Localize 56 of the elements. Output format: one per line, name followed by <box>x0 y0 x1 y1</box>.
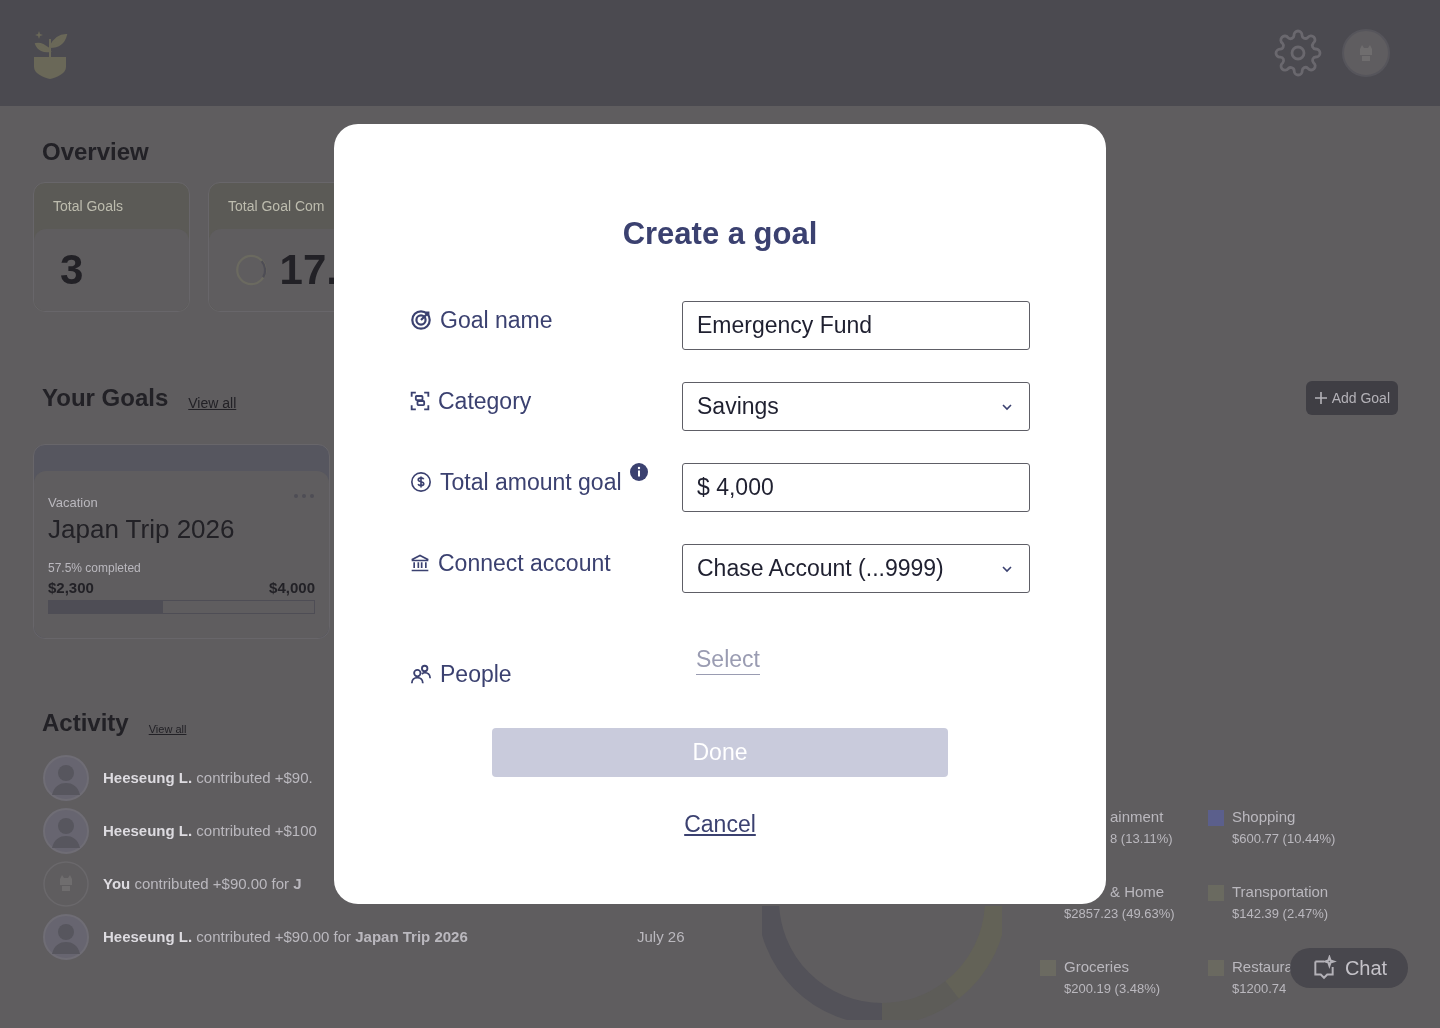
scan-icon <box>410 391 430 412</box>
cancel-link[interactable]: Cancel <box>684 806 756 841</box>
plus-icon <box>1313 391 1328 405</box>
target-amount: $4,000 <box>269 578 315 598</box>
bank-icon <box>410 553 430 574</box>
select-people-link[interactable]: Select <box>696 645 760 675</box>
dialog-title: Create a goal <box>622 218 818 249</box>
activity-text: Heeseung L. contributed +$90.00 for Japan Trip 2026 <box>103 926 469 947</box>
info-icon[interactable] <box>629 463 648 482</box>
legend-label: Transportation <box>1232 883 1329 902</box>
goal-card[interactable]: Vacation Japan Trip 2026 57.5% completed $2,300 $4,000 <box>33 444 330 639</box>
saved-amount: $2,300 <box>48 578 94 598</box>
goal-category: Vacation <box>48 494 98 512</box>
field-label: Category <box>438 387 532 416</box>
text-field[interactable]: $ 4,000 <box>682 463 1030 512</box>
legend-label: & Home <box>1110 883 1166 902</box>
field-label: Connect account <box>438 549 611 578</box>
settings-button[interactable] <box>1274 29 1322 77</box>
legend-value: $200.19 (3.48%) <box>1064 980 1161 997</box>
legend-value: $1200.74 <box>1232 980 1288 997</box>
legend-label: Groceries <box>1064 958 1131 977</box>
avatar-icon <box>43 914 89 960</box>
chat-button[interactable]: Chat <box>1290 948 1408 988</box>
target-icon <box>410 309 432 332</box>
avatar-icon <box>43 808 89 854</box>
legend-label: ainment <box>1110 808 1165 827</box>
goal-progress-text: 57.5% completed <box>48 560 142 577</box>
field-label: Goal name <box>440 306 553 335</box>
legend-label: Shopping <box>1232 808 1297 827</box>
stat-value: 17. <box>279 249 338 291</box>
section-title: Activity <box>42 708 129 738</box>
activity-text: Heeseung L. contributed +$90. <box>103 767 314 788</box>
stat-value: 3 <box>60 249 84 291</box>
legend-value: $600.77 (10.44%) <box>1232 830 1336 847</box>
text-field[interactable]: Emergency Fund <box>682 301 1030 350</box>
activity-text: Heeseung L. contributed +$100 <box>103 820 318 841</box>
field-label: Total amount goal <box>440 468 622 497</box>
activity-text: You contributed +$90.00 for J <box>103 873 303 894</box>
stat-label: Total Goals <box>53 196 124 216</box>
field-label: People <box>440 660 512 689</box>
stat-label: Total Goal Com <box>228 196 325 216</box>
select-field[interactable]: Chase Account (...9999) <box>682 544 1030 593</box>
legend-value: 8 (13.11%) <box>1110 830 1173 847</box>
avatar-icon <box>43 755 89 801</box>
section-title: Overview <box>41 137 150 167</box>
people-icon <box>410 663 432 686</box>
legend-value: $142.39 (2.47%) <box>1232 905 1329 922</box>
add-goal-button[interactable]: Add Goal <box>1305 381 1398 415</box>
legend-value: $2857.23 (49.63%) <box>1064 905 1175 922</box>
dollar-icon <box>410 471 432 494</box>
section-title: Your Goals <box>42 383 169 413</box>
goal-name: Japan Trip 2026 <box>48 512 236 545</box>
legend-label: Restaura <box>1232 958 1293 977</box>
activity-date: July 26 <box>637 926 685 947</box>
profile-avatar[interactable] <box>1342 29 1390 77</box>
select-field[interactable]: Savings <box>682 382 1030 431</box>
